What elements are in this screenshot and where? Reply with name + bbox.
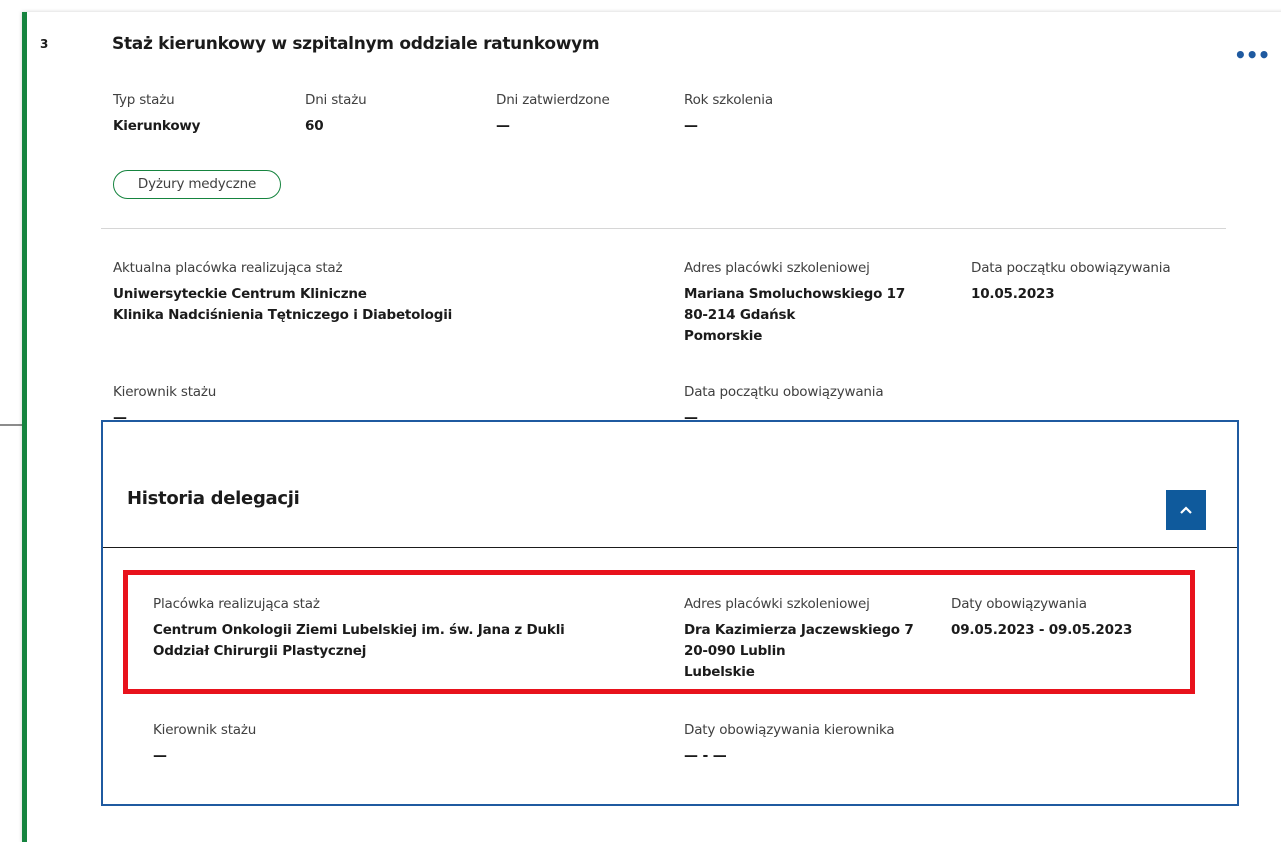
facility-address-street: Mariana Smoluchowskiego 17 xyxy=(684,286,906,302)
medical-duty-tag[interactable]: Dyżury medyczne xyxy=(113,170,281,199)
card-title: Staż kierunkowy w szpitalnym oddziale ra… xyxy=(112,34,600,54)
start-date-value: 10.05.2023 xyxy=(971,286,1055,302)
supervisor-dates-label: Daty obowiązywania kierownika xyxy=(684,722,895,738)
delegation-supervisor-label: Kierownik stażu xyxy=(153,722,257,738)
current-facility-unit: Klinika Nadciśnienia Tętniczego i Diabet… xyxy=(113,307,453,323)
facility-address-label: Adres placówki szkoleniowej xyxy=(684,260,870,276)
internship-type-label: Typ stażu xyxy=(113,92,175,108)
chevron-up-icon xyxy=(1180,506,1192,514)
training-year-label: Rok szkolenia xyxy=(684,92,773,108)
delegation-address-street: Dra Kazimierza Jaczewskiego 7 xyxy=(684,622,914,638)
delegation-supervisor-value: — xyxy=(153,748,167,764)
delegation-history-panel: Historia delegacji Placówka realizująca … xyxy=(101,420,1239,806)
delegation-history-title: Historia delegacji xyxy=(127,488,300,509)
delegation-address-city: 20-090 Lublin xyxy=(684,643,786,659)
history-divider xyxy=(103,547,1237,548)
facility-address-region: Pomorskie xyxy=(684,328,763,344)
internship-days-label: Dni stażu xyxy=(305,92,367,108)
facility-address-city: 80-214 Gdańsk xyxy=(684,307,796,323)
delegation-address-region: Lubelskie xyxy=(684,664,755,680)
start-date-label: Data początku obowiązywania xyxy=(971,260,1171,276)
internship-days-value: 60 xyxy=(305,118,324,134)
section-divider xyxy=(101,228,1226,229)
delegation-dates-value: 09.05.2023 - 09.05.2023 xyxy=(951,622,1133,638)
current-facility-label: Aktualna placówka realizująca staż xyxy=(113,260,343,276)
delegation-address-label: Adres placówki szkoleniowej xyxy=(684,596,870,612)
internship-card: 3 Staż kierunkowy w szpitalnym oddziale … xyxy=(22,12,1281,842)
supervisor-dates-value: — - — xyxy=(684,748,727,764)
approved-days-label: Dni zatwierdzone xyxy=(496,92,610,108)
collapse-button[interactable] xyxy=(1166,490,1206,530)
supervisor-label: Kierownik stażu xyxy=(113,384,217,400)
delegation-dates-label: Daty obowiązywania xyxy=(951,596,1087,612)
more-options-icon[interactable]: ••• xyxy=(1234,45,1270,65)
delegation-facility-label: Placówka realizująca staż xyxy=(153,596,320,612)
card-number: 3 xyxy=(40,37,49,51)
delegation-facility-unit: Oddział Chirurgii Plastycznej xyxy=(153,643,367,659)
internship-type-value: Kierunkowy xyxy=(113,118,201,134)
approved-days-value: — xyxy=(496,118,510,134)
supervisor-start-date-label: Data początku obowiązywania xyxy=(684,384,884,400)
training-year-value: — xyxy=(684,118,698,134)
delegation-facility-name: Centrum Onkologii Ziemi Lubelskiej im. ś… xyxy=(153,622,565,638)
current-facility-name: Uniwersyteckie Centrum Kliniczne xyxy=(113,286,367,302)
